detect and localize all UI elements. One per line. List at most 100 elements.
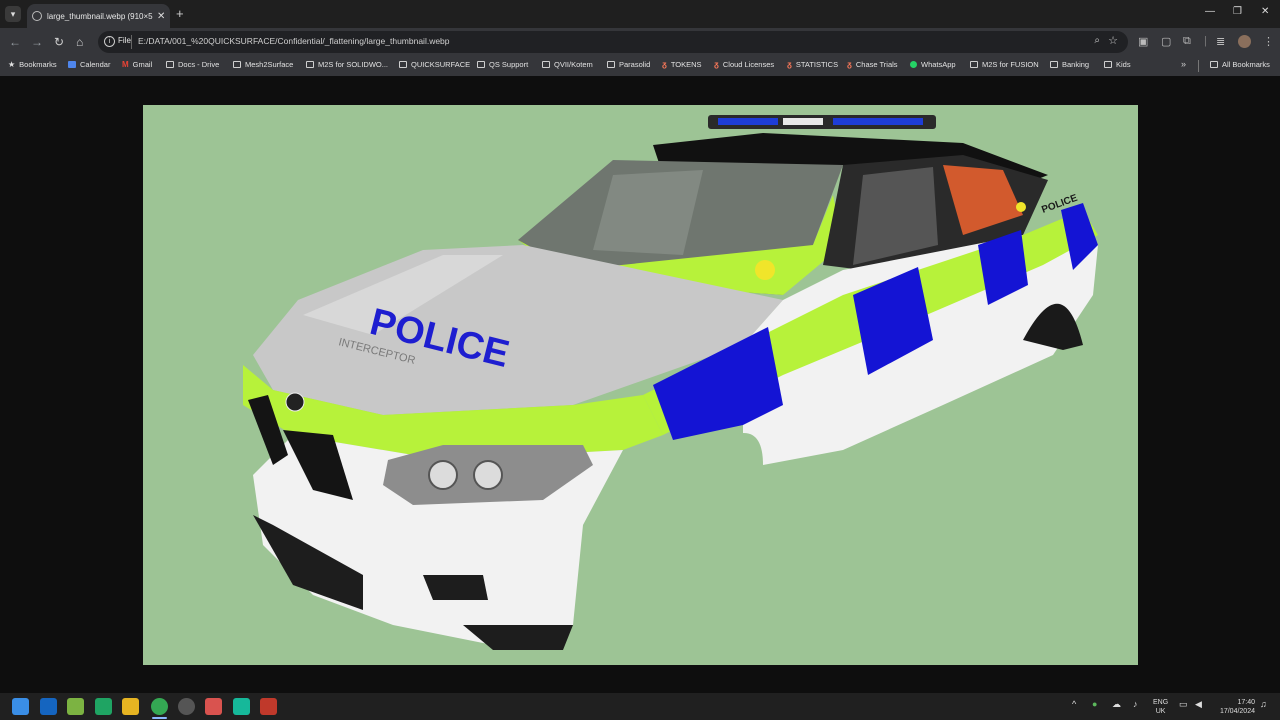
extension-icon-2[interactable]: ▢	[1161, 35, 1171, 48]
forward-button[interactable]: →	[31, 35, 43, 49]
cloud-icon[interactable]: ☁	[1112, 699, 1121, 710]
bookmark-item[interactable]: Calendar	[68, 60, 110, 69]
bookmark-item[interactable]: Docs - Drive	[166, 60, 219, 69]
chrome-icon[interactable]	[151, 698, 168, 715]
active-app-indicator	[152, 717, 167, 719]
folder-icon	[1104, 61, 1112, 68]
address-bar[interactable]: i File E:/DATA/001_%20QUICKSURFACE/Confi…	[98, 31, 1128, 53]
bookmarks-overflow-button[interactable]: »	[1181, 59, 1186, 69]
reload-button[interactable]: ↻	[54, 35, 64, 49]
bookmark-item[interactable]: ᵹ Chase Trials	[847, 60, 898, 69]
microphone-icon[interactable]: ♪	[1133, 699, 1138, 709]
calendar-icon	[68, 61, 76, 68]
bookmark-item[interactable]: Parasolid	[607, 60, 650, 69]
tab-title: large_thumbnail.webp (910×512)	[47, 11, 153, 21]
bookmark-label: M2S for SOLIDWO...	[318, 60, 389, 69]
security-icon[interactable]: ●	[1092, 699, 1097, 709]
folder-icon	[166, 61, 174, 68]
app-icon[interactable]	[67, 698, 84, 715]
volume-icon[interactable]: ◀	[1195, 699, 1202, 710]
app-icon[interactable]	[205, 698, 222, 715]
browser-menu-icon[interactable]: ⋮	[1263, 35, 1274, 48]
bookmarks-bar: ★ Bookmarks Calendar M Gmail Docs - Drive …	[0, 56, 1280, 76]
windows-taskbar: ^ ● ☁ ♪ ENG UK ▭ ◀ 17:40 17/04/2024 ♫	[0, 693, 1280, 720]
globe-icon	[32, 11, 42, 21]
home-button[interactable]: ⌂	[76, 35, 83, 49]
bookmark-label: Cloud Licenses	[722, 60, 775, 69]
region-label: UK	[1155, 708, 1166, 715]
meet-icon[interactable]	[95, 698, 112, 715]
zoom-icon[interactable]: ⌕	[1094, 35, 1100, 46]
bookmark-label: Docs - Drive	[178, 60, 220, 69]
outlook-icon[interactable]	[40, 698, 57, 715]
folder-icon	[306, 61, 314, 68]
bookmark-label: TOKENS	[670, 60, 702, 69]
bookmark-item[interactable]: M Gmail	[122, 60, 152, 69]
back-button[interactable]: ←	[9, 35, 21, 49]
bookmarks-divider	[1198, 60, 1199, 72]
browser-tab[interactable]: large_thumbnail.webp (910×512) ✕	[27, 4, 170, 28]
bookmark-label: QUICKSURFACE	[411, 60, 471, 69]
toolbar-divider: |	[1204, 35, 1207, 47]
bookmark-label: QS Support	[489, 60, 529, 69]
bookmark-item[interactable]: Kids	[1104, 60, 1131, 69]
info-icon[interactable]: i	[104, 36, 115, 47]
bookmark-label: Kids	[1116, 60, 1131, 69]
ug-icon: ᵹ	[662, 60, 667, 69]
folder-icon	[1210, 61, 1218, 68]
bookmark-item[interactable]: QS Support	[477, 60, 528, 69]
bookmark-star-icon[interactable]: ☆	[1108, 34, 1118, 47]
extension-icon-1[interactable]: ▣	[1138, 35, 1148, 48]
folder-icon	[233, 61, 241, 68]
ug-icon: ᵹ	[787, 60, 792, 69]
bookmark-item[interactable]: ★ Bookmarks	[8, 60, 57, 69]
notification-bell-icon[interactable]: ♫	[1260, 699, 1267, 709]
bookmark-item[interactable]: Banking	[1050, 60, 1089, 69]
bookmark-label: QVII/Kotem	[554, 60, 593, 69]
bookmark-label: Parasolid	[619, 60, 651, 69]
bookmark-item[interactable]: Mesh2Surface	[233, 60, 293, 69]
language-label: ENG	[1153, 699, 1169, 706]
file-explorer-icon[interactable]	[122, 698, 139, 715]
browser-toolbar: ← → ↻ ⌂ i File E:/DATA/001_%20QUICKSURFA…	[0, 28, 1280, 56]
network-icon[interactable]: ▭	[1179, 699, 1188, 710]
bookmark-item[interactable]: QUICKSURFACE	[399, 60, 470, 69]
windows-start-icon[interactable]	[12, 698, 29, 715]
language-indicator[interactable]: ENG UK	[1153, 698, 1168, 716]
bookmark-label: Calendar	[80, 60, 111, 69]
tab-strip: ▾ large_thumbnail.webp (910×512) ✕ + — ❐…	[0, 0, 1280, 28]
bookmark-item[interactable]: ᵹ STATISTICS	[787, 60, 838, 69]
clock-date: 17/04/2024	[1219, 708, 1255, 715]
webp-image[interactable]: POLICE INTERCEPTOR POLICE	[143, 105, 1138, 665]
ug-icon: ᵹ	[714, 60, 719, 69]
folder-icon	[1050, 61, 1058, 68]
bookmark-item[interactable]: WhatsApp	[910, 60, 956, 69]
profile-avatar[interactable]	[1238, 35, 1251, 48]
folder-icon	[399, 61, 407, 68]
url-text[interactable]: E:/DATA/001_%20QUICKSURFACE/Confidential…	[138, 36, 450, 46]
bookmark-item[interactable]: M2S for SOLIDWO...	[306, 60, 388, 69]
bookmark-item[interactable]: ᵹ TOKENS	[662, 60, 702, 69]
tab-close-icon[interactable]: ✕	[157, 11, 165, 22]
app-icon[interactable]	[260, 698, 277, 715]
whatsapp-icon	[910, 61, 917, 68]
minimize-button[interactable]: —	[1205, 6, 1215, 17]
tab-search-button[interactable]: ▾	[5, 6, 21, 22]
all-bookmarks-button[interactable]: All Bookmarks	[1210, 60, 1270, 69]
new-tab-button[interactable]: +	[176, 6, 184, 21]
restore-button[interactable]: ❐	[1233, 6, 1242, 17]
app-icon[interactable]	[178, 698, 195, 715]
ug-icon: ᵹ	[847, 60, 852, 69]
window-close-button[interactable]: ✕	[1261, 6, 1269, 17]
bookmark-item[interactable]: QVII/Kotem	[542, 60, 593, 69]
tray-overflow-icon[interactable]: ^	[1072, 699, 1076, 709]
image-viewer: POLICE INTERCEPTOR POLICE	[0, 76, 1280, 693]
clock[interactable]: 17:40 17/04/2024	[1213, 698, 1255, 716]
extensions-puzzle-icon[interactable]: ⧉	[1183, 35, 1191, 48]
bookmark-item[interactable]: ᵹ Cloud Licenses	[714, 60, 774, 69]
bookmark-item[interactable]: M2S for FUSION	[970, 60, 1039, 69]
reading-list-icon[interactable]: ≣	[1216, 35, 1225, 48]
star-icon: ★	[8, 60, 16, 69]
bookmark-label: Bookmarks	[19, 60, 57, 69]
app-icon[interactable]	[233, 698, 250, 715]
